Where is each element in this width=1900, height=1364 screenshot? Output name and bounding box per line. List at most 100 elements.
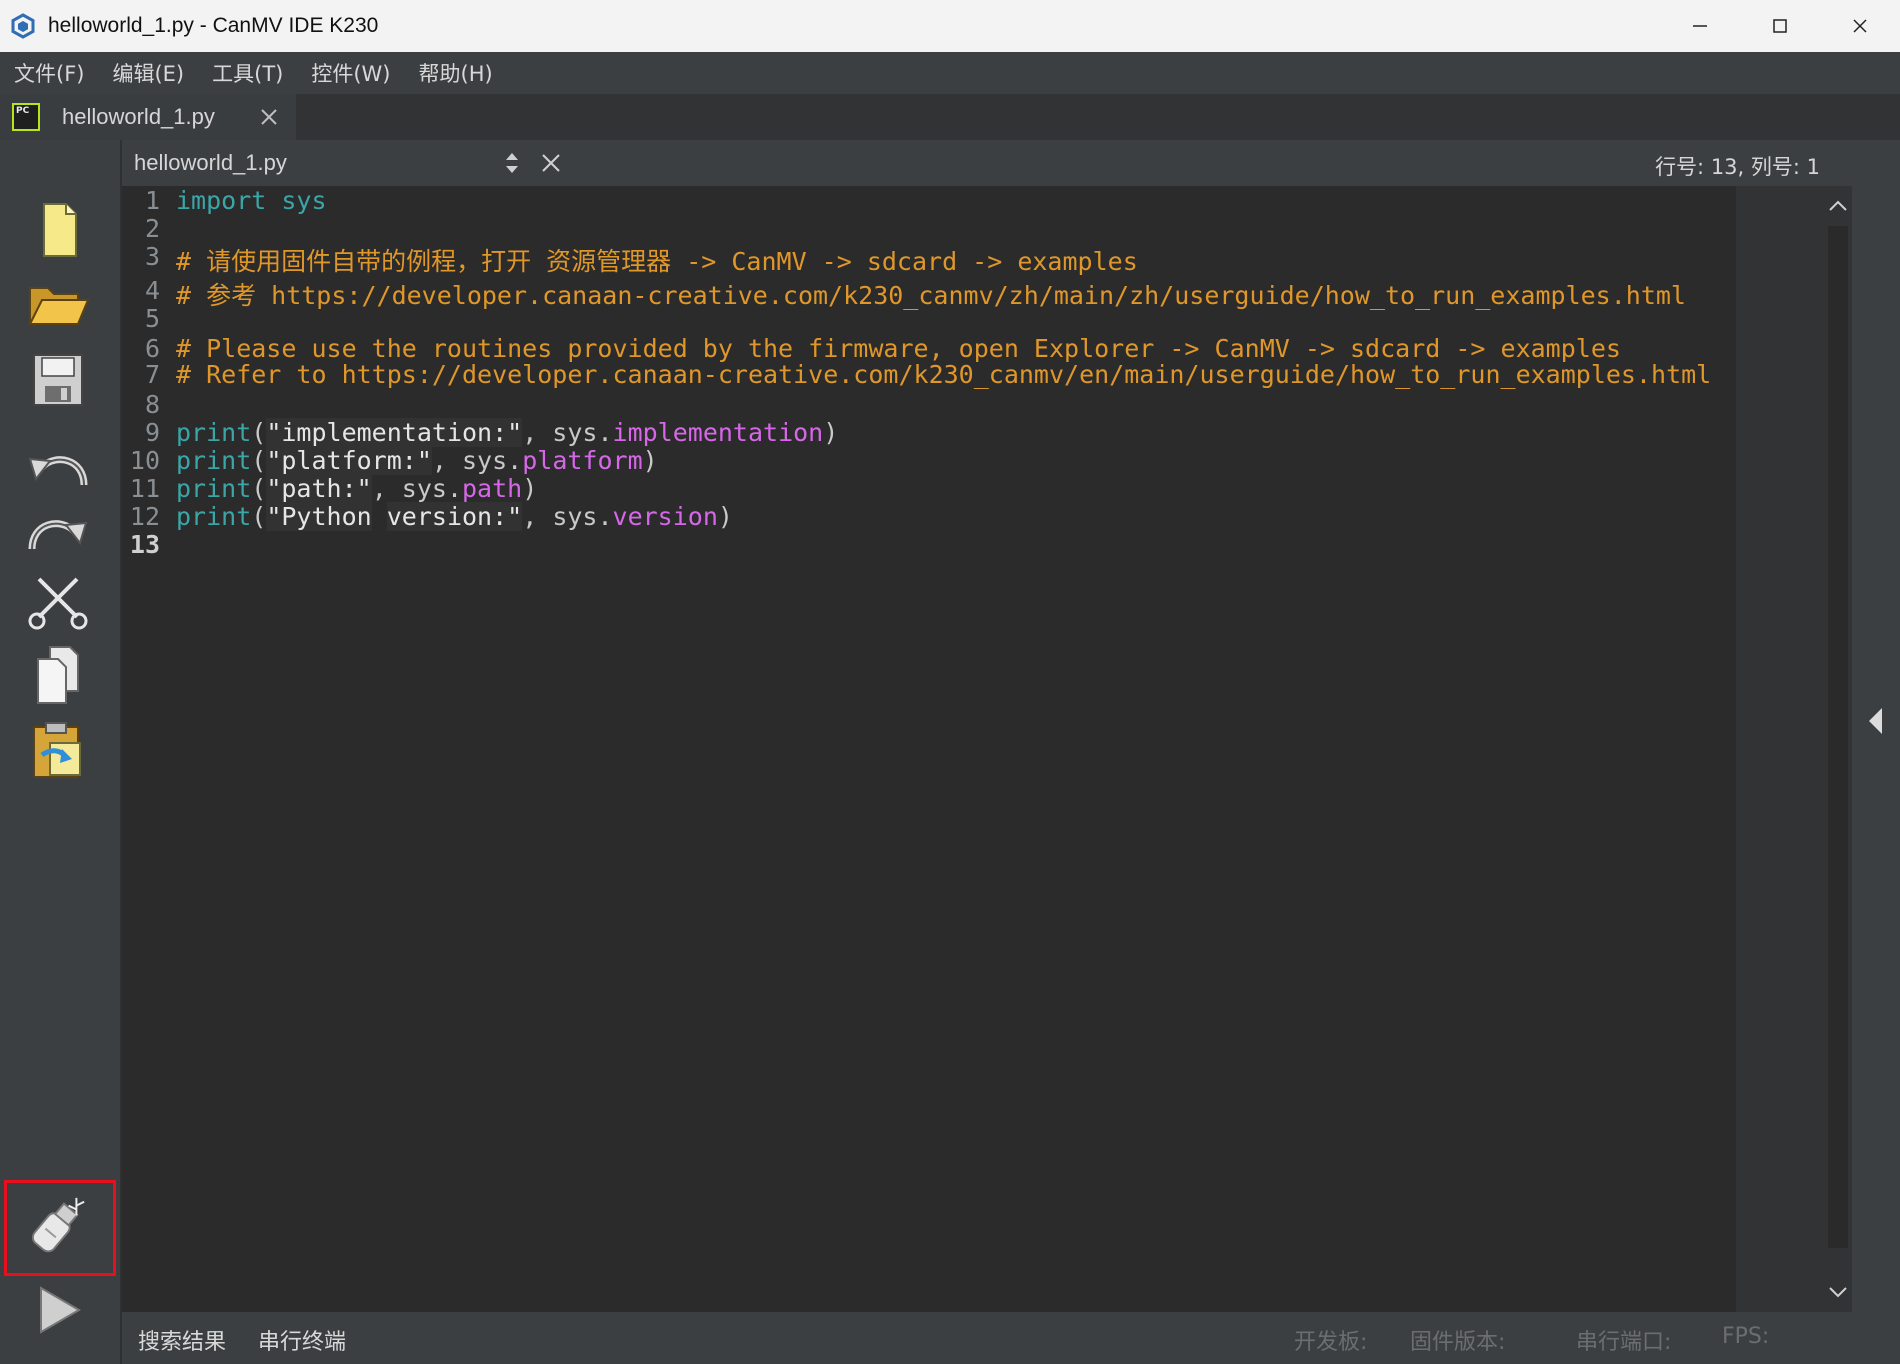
file-tab-label: helloworld_1.py xyxy=(62,104,215,129)
code-text: print("implementation:", sys.implementat… xyxy=(176,418,838,447)
menu-widgets[interactable]: 控件(W) xyxy=(311,58,390,88)
expand-panel-icon[interactable] xyxy=(1866,706,1886,736)
code-token: "implementation:" xyxy=(266,418,523,447)
code-editor[interactable]: 1 import sys 2 3 # 请使用固件自带的例程，打开 资源管理器 -> Ca… xyxy=(122,186,1736,1312)
line-number: 2 xyxy=(144,214,160,243)
code-token: ( xyxy=(251,502,267,531)
run-button[interactable] xyxy=(24,1276,92,1344)
code-token: sys xyxy=(281,186,327,215)
code-text: # 请使用固件自带的例程，打开 资源管理器 -> CanMV -> sdcard… xyxy=(176,242,1138,278)
tab-search-results[interactable]: 搜索结果 xyxy=(138,1324,226,1356)
paste-icon xyxy=(33,722,81,778)
right-side-panel xyxy=(1852,186,1900,1312)
new-file-button[interactable] xyxy=(24,196,92,264)
line-number: 7 xyxy=(144,360,160,389)
run-icon xyxy=(40,1286,81,1334)
window-title: helloworld_1.py - CanMV IDE K230 xyxy=(48,14,379,37)
left-toolbar xyxy=(0,140,122,1364)
status-bar: 搜索结果 串行终端 开发板: 固件版本: 串行端口: FPS: xyxy=(122,1312,1900,1364)
code-token: ( xyxy=(251,418,267,447)
line-number: 10 xyxy=(129,446,160,475)
new-file-icon xyxy=(43,203,77,257)
redo-button[interactable] xyxy=(24,500,92,568)
close-window-button[interactable] xyxy=(1820,0,1900,52)
firmware-label: 固件版本: xyxy=(1410,1330,1506,1355)
code-token: "Python xyxy=(266,502,372,531)
minimize-icon xyxy=(1693,25,1707,27)
code-token: , sys. xyxy=(431,446,523,475)
editor-header: helloworld_1.py 行号: 13, 列号: 1 xyxy=(122,140,1900,186)
undo-button[interactable] xyxy=(24,436,92,504)
code-token: version:" xyxy=(386,502,523,531)
close-tab-icon[interactable] xyxy=(258,106,280,128)
code-token: , sys. xyxy=(371,474,462,503)
minimize-button[interactable] xyxy=(1660,0,1740,52)
menu-help[interactable]: 帮助(H) xyxy=(419,58,493,88)
save-button[interactable] xyxy=(24,346,92,414)
menu-edit[interactable]: 编辑(E) xyxy=(112,58,184,88)
code-token: path xyxy=(462,474,523,503)
line-number: 6 xyxy=(144,334,160,363)
line-number: 1 xyxy=(144,186,160,215)
editor-minimap xyxy=(1736,186,1824,1312)
code-token: platform xyxy=(522,446,643,475)
scroll-up-icon[interactable] xyxy=(1826,194,1850,218)
save-icon xyxy=(33,354,83,406)
code-token: # Please use the routines provided by th… xyxy=(176,334,1621,363)
scroll-down-icon[interactable] xyxy=(1826,1280,1850,1304)
editor-file-selector[interactable]: helloworld_1.py xyxy=(134,150,287,176)
code-token: "platform:" xyxy=(266,446,432,475)
code-token: print xyxy=(176,418,252,447)
file-switch-icon[interactable] xyxy=(502,150,522,176)
vertical-scrollbar[interactable] xyxy=(1824,186,1852,1312)
code-token: # Refer to https://developer.canaan-crea… xyxy=(176,360,1712,389)
connect-button[interactable] xyxy=(22,1194,90,1262)
file-tab[interactable]: PC helloworld_1.py xyxy=(0,94,296,140)
title-bar: helloworld_1.py - CanMV IDE K230 xyxy=(0,0,1900,52)
open-folder-icon xyxy=(28,287,90,325)
code-token: print xyxy=(176,502,252,531)
file-tab-strip: PC helloworld_1.py xyxy=(0,94,1900,140)
menu-tools[interactable]: 工具(T) xyxy=(212,58,283,88)
open-file-button[interactable] xyxy=(24,270,92,338)
cut-icon xyxy=(28,577,88,630)
maximize-button[interactable] xyxy=(1740,0,1820,52)
canmv-app-icon xyxy=(11,13,35,39)
code-line[interactable]: 3 # 请使用固件自带的例程，打开 资源管理器 -> CanMV -> sdcar… xyxy=(122,242,1736,276)
code-text: print("path:", sys.path) xyxy=(176,474,537,503)
board-label: 开发板: xyxy=(1294,1330,1368,1355)
code-token: implementation xyxy=(612,418,824,447)
paste-button[interactable] xyxy=(24,716,92,784)
code-text: # Please use the routines provided by th… xyxy=(176,334,1621,363)
code-text: import sys xyxy=(176,186,327,215)
code-line[interactable]: 5 xyxy=(122,304,1736,338)
menu-file[interactable]: 文件(F) xyxy=(14,58,84,88)
tab-serial-terminal[interactable]: 串行终端 xyxy=(258,1324,346,1356)
cursor-position: 行号: 13, 列号: 1 xyxy=(1655,155,1820,179)
close-document-icon[interactable] xyxy=(540,152,562,174)
scrollbar-track[interactable] xyxy=(1828,226,1848,1248)
code-token: , sys. xyxy=(522,418,613,447)
code-token: , sys. xyxy=(522,502,613,531)
line-number: 12 xyxy=(129,502,160,531)
fps-label: FPS: xyxy=(1722,1324,1770,1349)
copy-button[interactable] xyxy=(24,642,92,710)
code-line[interactable]: 13 xyxy=(122,530,1736,564)
maximize-icon xyxy=(1773,19,1787,33)
python-file-icon: PC xyxy=(12,103,40,131)
line-number: 11 xyxy=(129,474,160,503)
code-token: ( xyxy=(251,474,267,503)
cut-button[interactable] xyxy=(24,568,92,636)
code-token: ) xyxy=(642,446,658,475)
redo-icon xyxy=(28,520,88,550)
line-number: 4 xyxy=(144,276,160,305)
code-token: print xyxy=(176,446,252,475)
code-token: import xyxy=(176,186,267,215)
copy-icon xyxy=(37,646,79,704)
code-text: print("Python version:", sys.version) xyxy=(176,502,733,531)
port-label: 串行端口: xyxy=(1576,1330,1672,1355)
line-number: 9 xyxy=(144,418,160,447)
code-line[interactable]: 7 # Refer to https://developer.canaan-cre… xyxy=(122,360,1736,394)
code-token: version xyxy=(612,502,718,531)
